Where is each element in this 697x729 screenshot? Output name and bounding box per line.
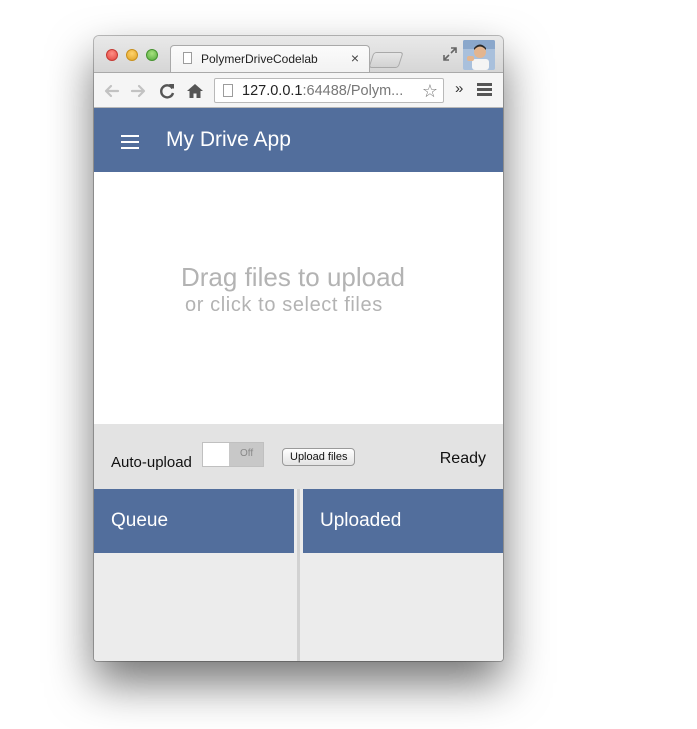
url-text: 127.0.0.1:64488/Polym... (242, 83, 403, 99)
browser-window: PolymerDriveCodelab × 127.0.0.1:64488/Po… (94, 36, 503, 661)
new-tab-button[interactable] (368, 52, 404, 68)
status-text: Ready (439, 450, 486, 467)
uploaded-panel-header: Uploaded (303, 489, 503, 553)
app-title: My Drive App (166, 128, 291, 151)
home-icon[interactable] (184, 80, 206, 102)
minimize-window-button[interactable] (126, 49, 138, 61)
browser-tab[interactable]: PolymerDriveCodelab × (170, 45, 370, 72)
upload-controls-bar: Auto-upload Off Upload files Ready (94, 424, 503, 489)
url-path: :64488/Polym... (302, 83, 404, 99)
tab-title: PolymerDriveCodelab (201, 52, 318, 66)
browser-toolbar: 127.0.0.1:64488/Polym... ☆ » (94, 72, 503, 108)
zoom-window-button[interactable] (146, 49, 158, 61)
divider-line (297, 489, 300, 661)
drop-zone-subtitle: or click to select files (185, 294, 383, 316)
profile-avatar[interactable] (463, 40, 495, 70)
panel-divider[interactable] (294, 489, 303, 661)
tab-strip: PolymerDriveCodelab × (94, 36, 503, 72)
queue-panel-title: Queue (111, 510, 169, 531)
address-bar[interactable]: 127.0.0.1:64488/Polym... ☆ (214, 78, 444, 103)
queue-panel-header: Queue (94, 489, 294, 553)
back-arrow-icon[interactable] (101, 80, 123, 102)
app-toolbar: My Drive App (94, 108, 503, 172)
toggle-state-text: Off (240, 448, 254, 459)
url-host: 127.0.0.1 (242, 83, 303, 99)
file-drop-zone[interactable]: Drag files to upload or click to select … (94, 172, 503, 424)
chrome-menu-icon[interactable] (477, 83, 492, 98)
auto-upload-label: Auto-upload (111, 454, 192, 471)
page-icon (183, 52, 192, 64)
uploaded-panel: Uploaded (303, 489, 503, 661)
forward-arrow-icon[interactable] (127, 80, 149, 102)
avatar-photo-icon (463, 40, 495, 70)
bookmark-star-icon[interactable]: ☆ (422, 81, 438, 102)
fullscreen-icon[interactable] (442, 46, 458, 62)
toggle-knob (203, 443, 229, 466)
hamburger-menu-icon[interactable] (121, 135, 139, 153)
upload-files-button[interactable]: Upload files (282, 448, 356, 466)
tab-close-icon[interactable]: × (351, 50, 359, 66)
auto-upload-toggle[interactable]: Off (202, 442, 264, 467)
queue-panel: Queue (94, 489, 294, 661)
reload-icon[interactable] (156, 80, 178, 102)
page-icon (223, 84, 233, 97)
uploaded-panel-title: Uploaded (320, 510, 402, 531)
extensions-overflow-icon[interactable]: » (455, 80, 463, 97)
drop-zone-title: Drag files to upload (181, 262, 406, 292)
close-window-button[interactable] (106, 49, 118, 61)
